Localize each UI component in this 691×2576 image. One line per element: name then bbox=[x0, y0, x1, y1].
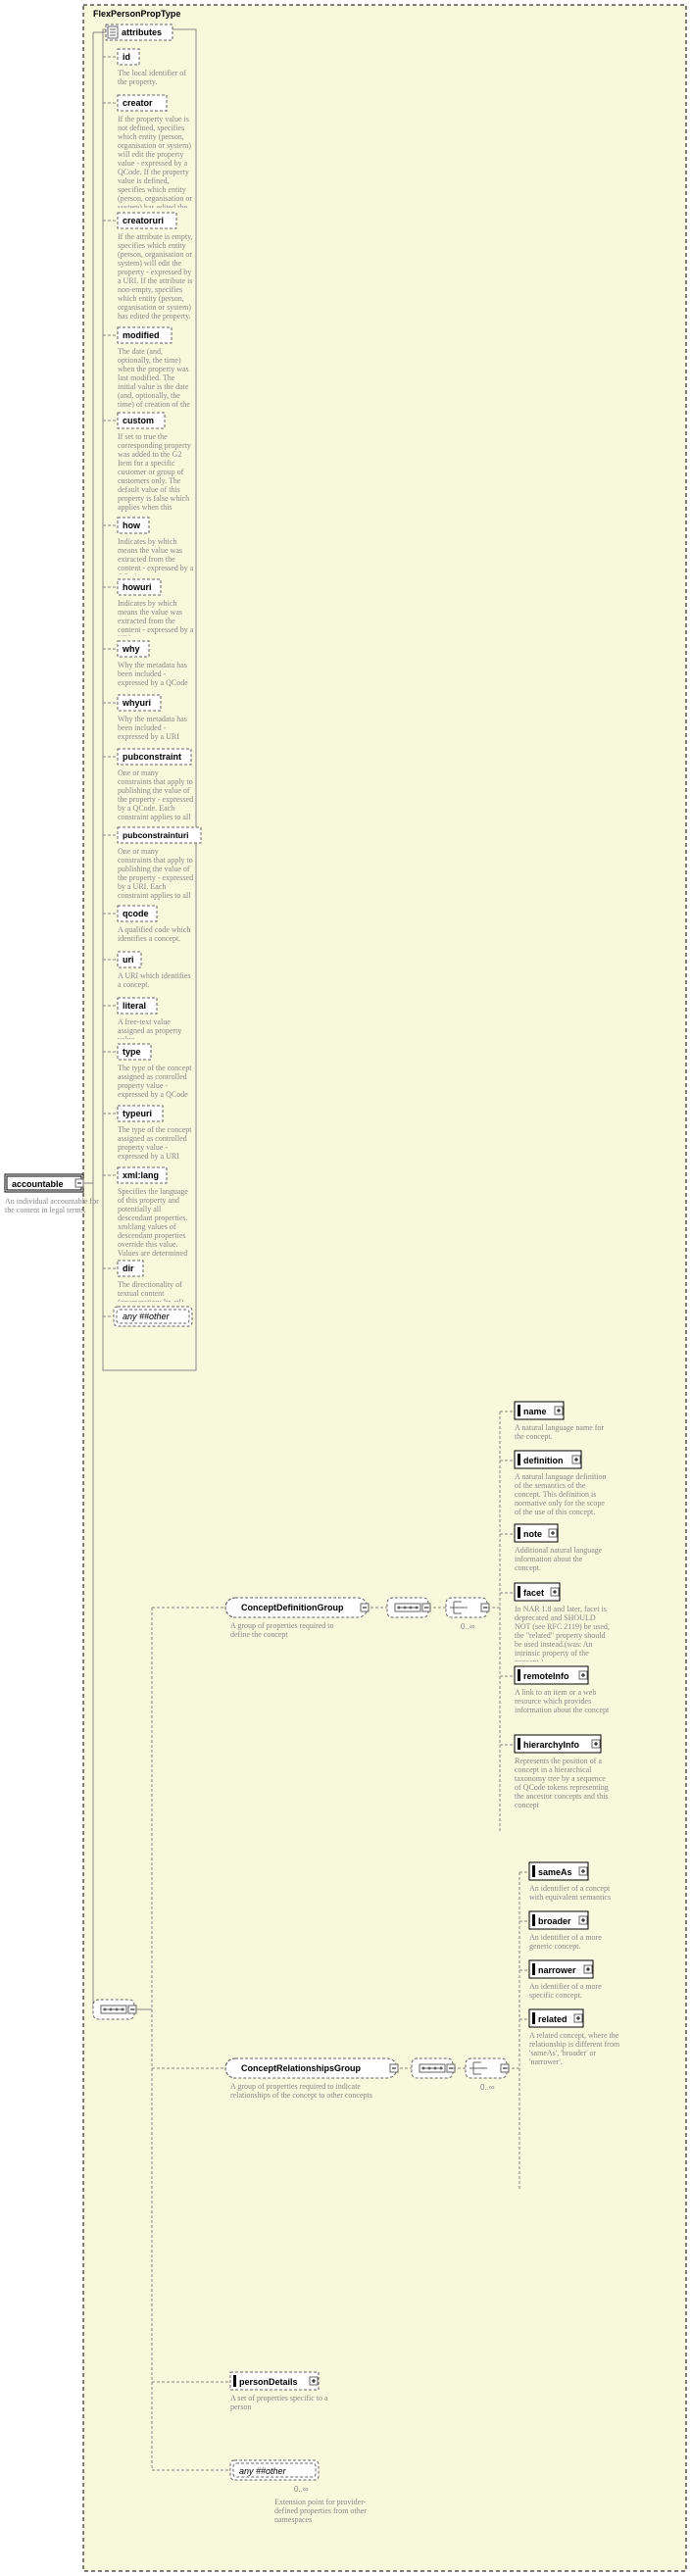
svg-text:accountable: accountable bbox=[12, 1179, 64, 1189]
sequence-compositor bbox=[93, 2000, 136, 2019]
svg-text:howuri: howuri bbox=[123, 582, 152, 592]
svg-text:sameAs: sameAs bbox=[538, 1867, 572, 1877]
sequence-compositor bbox=[387, 1598, 430, 1617]
svg-text:how: how bbox=[123, 520, 141, 530]
svg-text:literal: literal bbox=[123, 1001, 146, 1011]
svg-text:0..∞: 0..∞ bbox=[294, 2485, 309, 2494]
svg-text:dir: dir bbox=[123, 1263, 134, 1273]
svg-text:related: related bbox=[538, 2014, 568, 2024]
root-element-desc: An individual accountable for the conten… bbox=[5, 1197, 103, 1214]
svg-text:creator: creator bbox=[123, 98, 153, 108]
svg-text:qcode: qcode bbox=[123, 909, 149, 918]
svg-text:attributes: attributes bbox=[122, 27, 162, 37]
list-icon bbox=[108, 26, 118, 38]
child-hierarchyinfo: hierarchyInfo Represents the position of… bbox=[500, 1735, 613, 1813]
svg-text:id: id bbox=[123, 52, 130, 62]
type-title: FlexPersonPropType bbox=[93, 9, 180, 19]
svg-text:note: note bbox=[523, 1529, 542, 1539]
sequence-compositor bbox=[412, 2058, 455, 2078]
svg-text:name: name bbox=[523, 1407, 547, 1416]
attr-pubconstrainturi: pubconstrainturi One or many constraints… bbox=[103, 827, 201, 901]
svg-text:definition: definition bbox=[523, 1456, 564, 1465]
svg-text:personDetails: personDetails bbox=[239, 2377, 298, 2387]
svg-text:uri: uri bbox=[123, 955, 134, 965]
svg-text:pubconstraint: pubconstraint bbox=[123, 752, 181, 762]
svg-text:custom: custom bbox=[123, 416, 154, 425]
svg-text:0..∞: 0..∞ bbox=[480, 2083, 495, 2092]
svg-text:whyuri: whyuri bbox=[122, 698, 151, 708]
svg-text:modified: modified bbox=[123, 330, 160, 340]
choice-compositor bbox=[466, 2058, 509, 2078]
choice-compositor bbox=[446, 1598, 489, 1617]
svg-text:why: why bbox=[122, 644, 140, 654]
svg-text:ConceptDefinitionGroup: ConceptDefinitionGroup bbox=[241, 1603, 344, 1612]
svg-text:ConceptRelationshipsGroup: ConceptRelationshipsGroup bbox=[241, 2063, 362, 2073]
svg-text:pubconstrainturi: pubconstrainturi bbox=[123, 830, 189, 840]
svg-text:type: type bbox=[123, 1047, 141, 1057]
svg-text:remoteInfo: remoteInfo bbox=[523, 1671, 569, 1681]
svg-text:any ##other: any ##other bbox=[123, 1312, 171, 1321]
svg-text:any ##other: any ##other bbox=[239, 2466, 287, 2476]
svg-text:narrower: narrower bbox=[538, 1965, 576, 1975]
attr-any-other: any ##other bbox=[103, 1307, 192, 1326]
svg-text:broader: broader bbox=[538, 1916, 571, 1926]
svg-text:hierarchyInfo: hierarchyInfo bbox=[523, 1740, 580, 1750]
svg-text:typeuri: typeuri bbox=[123, 1109, 152, 1118]
cardinality: 0..∞ bbox=[461, 1622, 475, 1631]
svg-text:creatoruri: creatoruri bbox=[123, 216, 164, 225]
svg-text:facet: facet bbox=[523, 1588, 544, 1598]
svg-text:xml:lang: xml:lang bbox=[123, 1170, 159, 1180]
root-element: accountable bbox=[5, 1174, 83, 1192]
